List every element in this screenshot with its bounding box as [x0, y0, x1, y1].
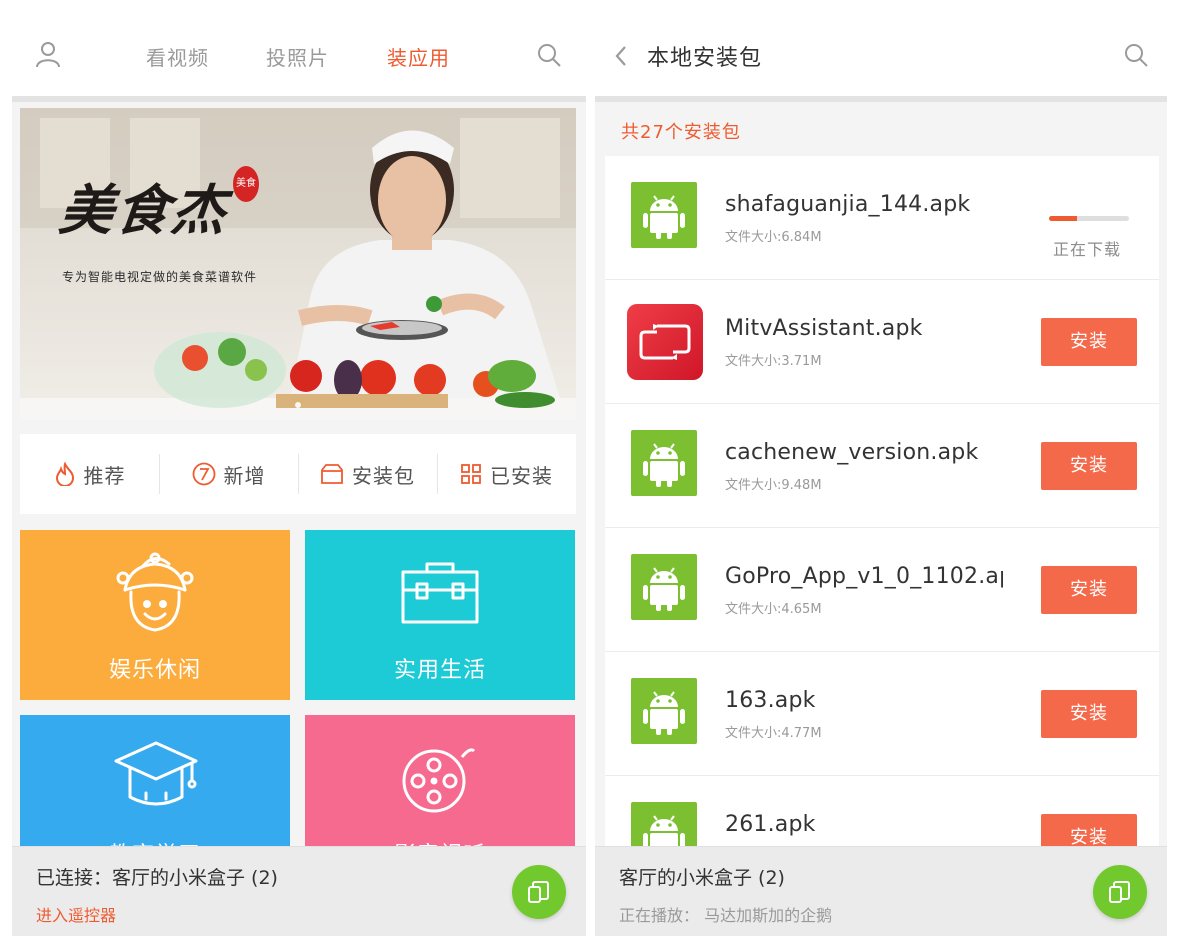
- package-name: 163.apk: [725, 688, 816, 713]
- list-item[interactable]: cachenew_version.apk 文件大小:9.48M 安装: [605, 404, 1159, 528]
- seven-icon: [192, 462, 215, 486]
- category-new[interactable]: 新增: [159, 434, 298, 514]
- tile-utilities[interactable]: 实用生活: [305, 530, 575, 700]
- toolbox-icon: [401, 562, 479, 624]
- top-nav: 看视频 投照片 装应用: [12, 6, 586, 96]
- package-count: 共27个安装包: [621, 122, 741, 143]
- page-title: 本地安装包: [647, 46, 763, 71]
- package-icon: [321, 464, 343, 484]
- graduation-cap-icon: [114, 741, 198, 806]
- playback-bar: 客厅的小米盒子 (2) 正在播放： 马达加斯加的企鹅: [595, 846, 1167, 936]
- android-icon: [631, 678, 697, 744]
- category-packages[interactable]: 安装包: [298, 434, 437, 514]
- list-item[interactable]: MitvAssistant.apk 文件大小:3.71M 安装: [605, 280, 1159, 404]
- list-item[interactable]: 261.apk 安装: [605, 776, 1159, 846]
- list-item[interactable]: 163.apk 文件大小:4.77M 安装: [605, 652, 1159, 776]
- tile-entertainment[interactable]: 娱乐休闲: [20, 530, 290, 700]
- carousel-dots: [20, 393, 576, 412]
- android-icon: [631, 802, 697, 846]
- android-icon: [631, 182, 697, 248]
- category-recommend[interactable]: 推荐: [20, 434, 159, 514]
- download-status: 正在下载: [1053, 240, 1122, 259]
- carousel-dot[interactable]: [295, 402, 301, 408]
- tile-label: 实用生活: [393, 658, 486, 683]
- package-name: MitvAssistant.apk: [725, 316, 923, 341]
- package-size: 文件大小:3.71M: [725, 354, 822, 369]
- category-label: 新增: [223, 463, 266, 488]
- package-size: 文件大小:9.48M: [725, 478, 822, 493]
- device-name: 客厅的小米盒子 (2): [619, 867, 785, 889]
- connection-status: 已连接：客厅的小米盒子 (2): [36, 867, 278, 889]
- devices-icon: [528, 881, 549, 903]
- back-arrow-icon[interactable]: [613, 44, 629, 68]
- right-screen: 本地安装包 共27个安装包 shafaguanjia_144.apk 文件大小:…: [595, 6, 1167, 936]
- banner-artwork: [20, 108, 576, 420]
- now-playing: 正在播放： 马达加斯加的企鹅: [619, 906, 833, 925]
- page-header: 本地安装包: [595, 6, 1167, 96]
- tab-cast-photos[interactable]: 投照片: [266, 42, 329, 71]
- search-icon[interactable]: [1123, 42, 1149, 68]
- install-button[interactable]: 安装: [1041, 566, 1137, 614]
- android-icon: [631, 554, 697, 620]
- install-button[interactable]: 安装: [1041, 318, 1137, 366]
- install-button[interactable]: 安装: [1041, 814, 1137, 846]
- tile-label: 娱乐休闲: [108, 658, 201, 683]
- banner-title: 美食杰: [56, 178, 231, 242]
- category-label: 已安装: [490, 463, 553, 488]
- package-list: shafaguanjia_144.apk 文件大小:6.84M 正在下载 Mit…: [605, 156, 1159, 846]
- tab-install-apps[interactable]: 装应用: [387, 42, 450, 71]
- category-label: 安装包: [352, 463, 415, 488]
- banner-subtitle: 专为智能电视定做的美食菜谱软件: [62, 270, 258, 284]
- promo-banner[interactable]: 美食杰 美食 专为智能电视定做的美食菜谱软件: [20, 108, 576, 420]
- tab-watch-video[interactable]: 看视频: [146, 42, 209, 71]
- header-divider: [595, 96, 1167, 102]
- list-item[interactable]: shafaguanjia_144.apk 文件大小:6.84M 正在下载: [605, 156, 1159, 280]
- mitv-assistant-icon: [627, 304, 703, 380]
- flame-icon: [55, 462, 74, 486]
- remote-fab-button[interactable]: [512, 865, 566, 919]
- remote-fab-button[interactable]: [1093, 865, 1147, 919]
- package-name: cachenew_version.apk: [725, 440, 979, 465]
- download-progress: [1049, 216, 1129, 221]
- category-label: 推荐: [83, 463, 126, 488]
- left-screen: 看视频 投照片 装应用 美食杰 美食 专为智能电视定做的美食菜谱软件 推荐 新增…: [12, 6, 586, 936]
- download-progress-fill: [1049, 216, 1077, 221]
- connection-bar: 已连接：客厅的小米盒子 (2) 进入遥控器: [12, 846, 586, 936]
- package-name: shafaguanjia_144.apk: [725, 192, 971, 217]
- grid-icon: [461, 464, 481, 484]
- package-size: 文件大小:6.84M: [725, 230, 822, 245]
- list-item[interactable]: GoPro_App_v1_0_1102.apk 文件大小:4.65M 安装: [605, 528, 1159, 652]
- user-icon[interactable]: [34, 40, 62, 68]
- category-bar: 推荐 新增 安装包 已安装: [20, 434, 576, 514]
- package-size: 文件大小:4.65M: [725, 602, 822, 617]
- open-remote-link[interactable]: 进入遥控器: [36, 902, 116, 926]
- banner-seal: 美食: [233, 166, 259, 202]
- install-button[interactable]: 安装: [1041, 690, 1137, 738]
- package-name: GoPro_App_v1_0_1102.apk: [725, 564, 1003, 589]
- jester-icon: [116, 552, 194, 632]
- install-button[interactable]: 安装: [1041, 442, 1137, 490]
- package-size: 文件大小:4.77M: [725, 726, 822, 741]
- search-icon[interactable]: [536, 42, 562, 68]
- package-name: 261.apk: [725, 812, 816, 837]
- devices-icon: [1109, 881, 1130, 903]
- header-divider: [12, 96, 586, 102]
- film-reel-icon: [402, 748, 476, 813]
- android-icon: [631, 430, 697, 496]
- category-installed[interactable]: 已安装: [437, 434, 576, 514]
